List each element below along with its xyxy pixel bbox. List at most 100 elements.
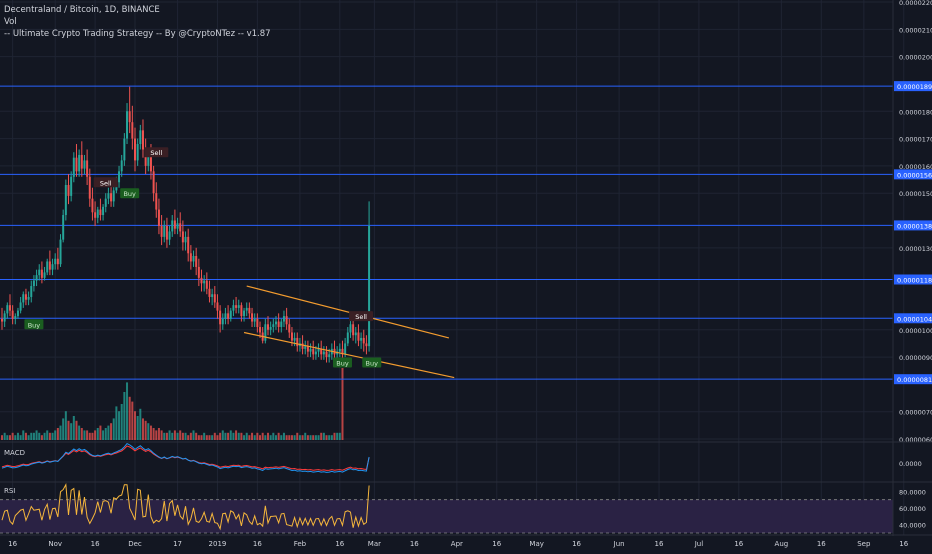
candle-body: [83, 160, 86, 169]
volume-bar: [120, 404, 123, 440]
candle-body: [264, 324, 267, 341]
candle-body: [277, 321, 280, 328]
volume-bar: [243, 435, 246, 440]
candle-body: [30, 286, 33, 297]
price-tick-label: 0.00000900: [899, 354, 932, 362]
volume-bar: [54, 430, 57, 440]
x-tick-label: Sep: [857, 540, 871, 548]
candle-body: [232, 305, 235, 311]
rsi-tick-label: 40.0000: [899, 522, 926, 530]
price-tick-label: 0.00000700: [899, 409, 932, 417]
volume-bar: [211, 435, 214, 440]
volume-bar: [30, 432, 33, 440]
candle-body: [219, 310, 222, 325]
volume-bar: [173, 430, 176, 440]
volume-bar: [272, 432, 275, 440]
volume-bar: [131, 401, 134, 440]
volume-bar: [261, 432, 264, 440]
volume-bar: [141, 418, 144, 440]
price-tick-label: 0.00002200: [899, 0, 932, 7]
price-tick-label: 0.00001600: [899, 163, 932, 171]
price-tick-label: 0.00002100: [899, 26, 932, 34]
volume-bar: [70, 423, 73, 440]
x-tick-label: Jun: [613, 540, 625, 548]
candle-body: [259, 327, 262, 333]
candle-body: [35, 275, 38, 281]
candle-body: [240, 305, 243, 317]
candle-body: [317, 348, 320, 352]
volume-bar: [200, 435, 203, 440]
candle-body: [208, 288, 211, 297]
candle-body: [354, 332, 357, 336]
level-price-label: 0.00001569: [897, 171, 932, 179]
volume-bar: [181, 432, 184, 440]
volume-bar: [296, 432, 299, 440]
candle-body: [104, 198, 107, 207]
x-tick-label: 16: [734, 540, 743, 548]
volume-bar: [221, 430, 224, 440]
candle-body: [352, 324, 355, 336]
volume-bar: [149, 425, 152, 440]
sell-signal-label: Sell: [150, 149, 162, 157]
volume-bar: [288, 435, 291, 440]
volume-bar: [312, 435, 315, 440]
candle-body: [1, 318, 3, 322]
candle-body: [152, 171, 155, 194]
volume-bar: [237, 432, 240, 440]
candle-body: [235, 305, 238, 308]
candle-body: [67, 184, 70, 196]
volume-bar: [16, 432, 19, 440]
candle-body: [251, 313, 254, 322]
volume-bar: [274, 435, 277, 440]
candle-body: [136, 144, 139, 161]
candle-body: [59, 239, 62, 265]
volume-bar: [155, 430, 158, 440]
volume-bar: [136, 416, 139, 440]
candle-body: [181, 231, 184, 243]
x-tick-label: 16: [253, 540, 262, 548]
volume-bar: [171, 432, 174, 440]
price-tick-label: 0.00000600: [899, 436, 932, 444]
volume-bar: [306, 435, 309, 440]
candle-body: [32, 280, 35, 287]
candle-body: [11, 310, 14, 319]
candle-body: [360, 337, 363, 341]
volume-bar: [43, 432, 46, 440]
volume-bar: [134, 411, 136, 440]
x-tick-label: Dec: [128, 540, 142, 548]
candle-body: [38, 269, 41, 276]
volume-bar: [67, 420, 70, 440]
candle-body: [134, 138, 136, 161]
x-tick-label: 16: [8, 540, 17, 548]
volume-bar: [282, 432, 285, 440]
candle-body: [195, 256, 198, 267]
candle-body: [179, 223, 182, 232]
candle-body: [22, 294, 25, 303]
candle-body: [325, 351, 328, 358]
volume-bar: [86, 430, 89, 440]
volume-bar: [3, 432, 6, 440]
volume-bar: [22, 430, 25, 440]
candle-body: [288, 324, 291, 333]
volume-bar: [248, 435, 251, 440]
volume-bar: [197, 435, 200, 440]
price-chart[interactable]: 0.00001892 0.00001569 0.00001382 0.00001184…: [0, 0, 932, 550]
candle-body: [160, 225, 163, 237]
volume-bar: [184, 432, 187, 440]
candle-body: [301, 343, 304, 349]
volume-bar: [216, 435, 219, 440]
volume-bar: [35, 430, 38, 440]
candle-body: [27, 296, 30, 300]
x-tick-label: 16: [410, 540, 419, 548]
volume-bar: [336, 432, 339, 440]
volume-bar: [94, 430, 97, 440]
volume-bar: [19, 435, 22, 440]
volume-bar: [80, 428, 83, 440]
buy-signal-label: Buy: [123, 190, 136, 198]
symbol-title: Decentraland / Bitcoin, 1D, BINANCE: [4, 5, 160, 15]
candle-body: [78, 154, 81, 172]
candle-body: [46, 261, 49, 273]
level-price-label: 0.00001892: [897, 83, 932, 91]
candle-body: [75, 157, 78, 172]
volume-bar: [96, 428, 99, 440]
